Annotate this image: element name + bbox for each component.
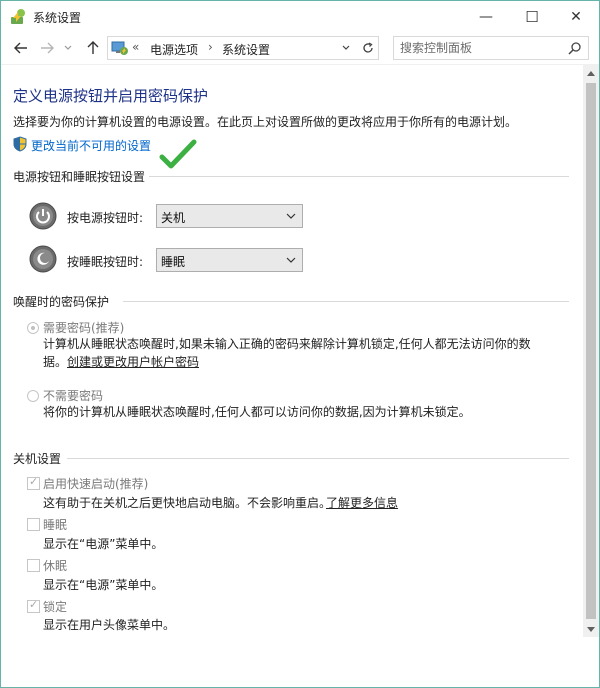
fast-startup-label: 启用快速启动(推荐) [43, 477, 149, 491]
control-panel-icon [111, 41, 128, 55]
power-button-action-select[interactable]: 关机 [156, 204, 303, 228]
breadcrumb-power-options[interactable]: 电源选项 [150, 41, 198, 58]
search-box[interactable] [393, 36, 589, 60]
chevron-up-icon [587, 70, 595, 76]
back-arrow-icon [14, 42, 27, 54]
power-button-icon [29, 202, 57, 230]
require-password-label: 需要密码(推荐) [43, 321, 125, 335]
hibernate-label: 休眠 [43, 559, 68, 573]
up-button[interactable] [83, 38, 103, 58]
no-password-radio[interactable] [27, 390, 39, 402]
minimize-button[interactable]: — [463, 1, 509, 32]
password-section-header: 唤醒时的密码保护 [13, 295, 110, 309]
create-change-password-link[interactable]: 创建或更改用户帐户密码 [67, 353, 199, 371]
uac-shield-icon [13, 136, 27, 152]
scroll-down-button[interactable] [583, 621, 599, 637]
section-divider [123, 301, 569, 302]
page-description: 选择要为你的计算机设置的电源设置。在此页上对设置所做的更改将应用于你所有的电源计… [13, 115, 518, 129]
require-password-radio[interactable] [27, 322, 39, 334]
lock-checkbox[interactable] [27, 598, 40, 613]
hibernate-checkbox[interactable] [27, 559, 40, 572]
maximize-button[interactable]: ☐ [509, 1, 555, 32]
chevron-down-icon [587, 626, 595, 632]
sleep-button-action-select[interactable]: 睡眠 [156, 248, 303, 272]
close-button[interactable]: ✕ [553, 1, 599, 32]
navigation-bar: « 电源选项 › 系统设置 [1, 32, 599, 64]
page-title: 定义电源按钮并启用密码保护 [13, 87, 209, 105]
lock-description: 显示在用户头像菜单中。 [43, 618, 176, 632]
refresh-button[interactable] [357, 36, 379, 60]
breadcrumb-separator: › [208, 40, 213, 54]
lock-label: 锁定 [43, 600, 68, 614]
sleep-description: 显示在“电源”菜单中。 [43, 537, 164, 551]
change-unavailable-settings-link[interactable]: 更改当前不可用的设置 [31, 137, 151, 154]
back-button[interactable] [11, 38, 31, 58]
section-divider [149, 176, 569, 177]
breadcrumb-overflow[interactable]: « [132, 40, 139, 54]
fast-startup-description: 这有助于在关机之后更快地启动电脑。不会影响重启。 [43, 496, 332, 510]
no-password-label: 不需要密码 [43, 389, 104, 403]
chevron-down-icon [64, 45, 72, 50]
chevron-down-icon [286, 213, 296, 219]
sleep-button-action-value: 睡眠 [161, 255, 186, 269]
scroll-up-button[interactable] [583, 65, 599, 81]
forward-arrow-icon [41, 42, 54, 54]
power-options-icon [11, 9, 25, 24]
recent-locations-button[interactable] [61, 38, 75, 58]
footer-area [1, 637, 599, 687]
main-content: 定义电源按钮并启用密码保护 选择要为你的计算机设置的电源设置。在此页上对设置所做… [1, 65, 583, 687]
shutdown-section-header: 关机设置 [13, 452, 62, 466]
title-bar: 系统设置 — ☐ ✕ [1, 1, 599, 32]
sleep-button-icon [29, 245, 57, 273]
search-icon[interactable] [568, 41, 582, 55]
green-checkmark-icon [159, 139, 197, 169]
scrollbar-thumb[interactable] [586, 83, 596, 619]
sleep-checkbox[interactable] [27, 518, 40, 531]
power-section-header: 电源按钮和睡眠按钮设置 [13, 170, 146, 184]
sleep-label: 睡眠 [43, 518, 68, 532]
forward-button[interactable] [37, 38, 57, 58]
power-button-action-value: 关机 [161, 211, 186, 225]
hibernate-description: 显示在“电源”菜单中。 [43, 578, 164, 592]
vertical-scrollbar[interactable] [583, 65, 599, 637]
sleep-button-label: 按睡眠按钮时: [67, 255, 144, 269]
require-password-description-cont: 据。 [43, 355, 68, 369]
section-divider [67, 458, 569, 459]
power-button-label: 按电源按钮时: [67, 211, 144, 225]
chevron-down-icon [286, 257, 296, 263]
chevron-down-icon [342, 45, 350, 50]
no-password-description: 将你的计算机从睡眠状态唤醒时,任何人都可以访问你的数据,因为计算机未锁定。 [43, 405, 471, 419]
refresh-icon [362, 42, 373, 53]
require-password-description: 计算机从睡眠状态唤醒时,如果未输入正确的密码来解除计算机锁定,任何人都无法访问你… [43, 337, 531, 351]
learn-more-link[interactable]: 了解更多信息 [326, 494, 398, 511]
fast-startup-checkbox[interactable] [27, 475, 40, 490]
settings-window: 系统设置 — ☐ ✕ « 电源选项 › 系统设置 搜索控制面板 定义电源按钮并启… [0, 0, 600, 688]
breadcrumb-system-settings[interactable]: 系统设置 [222, 41, 270, 58]
window-title: 系统设置 [33, 11, 82, 25]
up-arrow-icon [87, 41, 99, 54]
search-input[interactable] [400, 39, 560, 57]
address-bar[interactable]: « 电源选项 › 系统设置 [107, 36, 379, 60]
address-dropdown-button[interactable] [336, 37, 356, 59]
